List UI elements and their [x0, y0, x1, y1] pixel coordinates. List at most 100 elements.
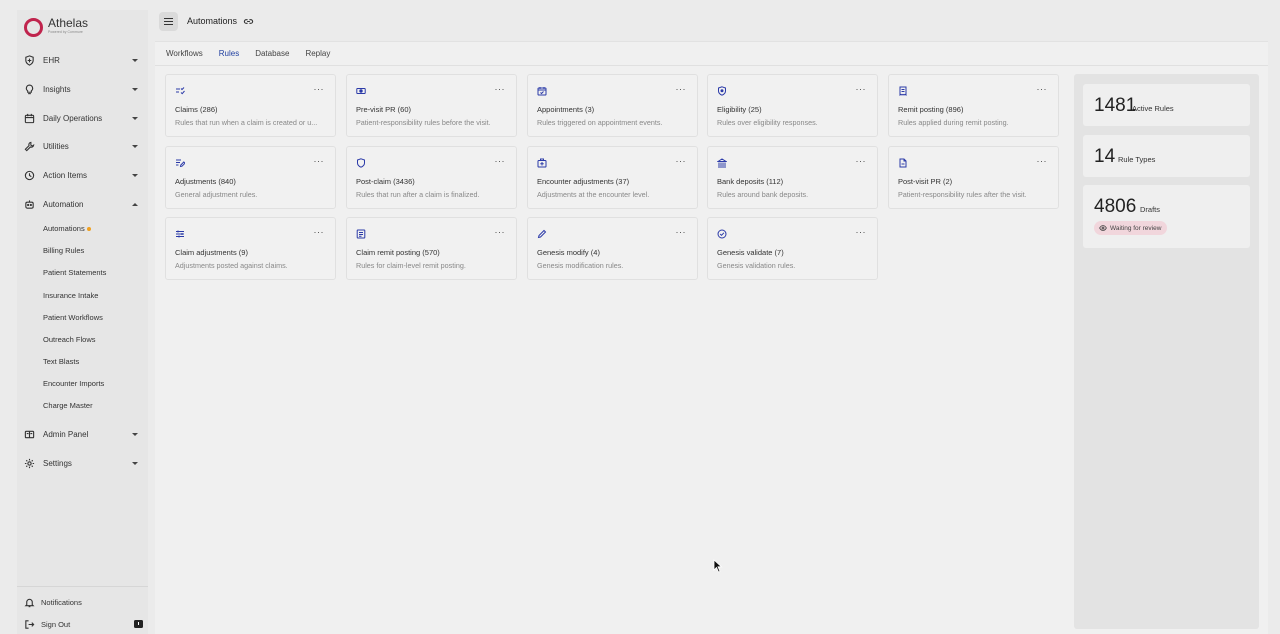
- sidebar-item-label: Settings: [43, 458, 72, 468]
- chevron-down-icon[interactable]: [132, 173, 138, 177]
- card-more-button[interactable]: ···: [1037, 156, 1048, 166]
- sub-item-billing-rules[interactable]: Billing Rules: [43, 245, 84, 257]
- card-more-button[interactable]: ···: [495, 84, 506, 94]
- card-more-button[interactable]: ···: [314, 156, 325, 166]
- sidebar-item-action-items[interactable]: Action Items: [23, 166, 141, 184]
- sub-item-automations[interactable]: Automations: [43, 223, 91, 235]
- card-title: Eligibility (25): [717, 105, 762, 114]
- chevron-down-icon[interactable]: [132, 144, 138, 148]
- rule-card-encounter-adjustments[interactable]: ··· Encounter adjustments (37) Adjustmen…: [527, 146, 698, 209]
- sidebar-item-automation[interactable]: Automation: [23, 195, 141, 213]
- chevron-down-icon[interactable]: [132, 116, 138, 120]
- rule-card-claims[interactable]: ··· Claims (286) Rules that run when a c…: [165, 74, 336, 137]
- document-icon: [898, 158, 908, 168]
- sub-item-insurance-intake[interactable]: Insurance Intake: [43, 290, 98, 302]
- rule-card-genesis-validate[interactable]: ··· Genesis validate (7) Genesis validat…: [707, 217, 878, 280]
- rule-card-claim-adjustments[interactable]: ··· Claim adjustments (9) Adjustments po…: [165, 217, 336, 280]
- rule-card-post-visit-pr[interactable]: ··· Post-visit PR (2) Patient-responsibi…: [888, 146, 1059, 209]
- card-title: Encounter adjustments (37): [537, 177, 630, 186]
- sidebar-item-label: Admin Panel: [43, 429, 89, 439]
- chevron-down-icon[interactable]: [132, 432, 138, 436]
- rule-card-adjustments[interactable]: ··· Adjustments (840) General adjustment…: [165, 146, 336, 209]
- card-description: Rules applied during remit posting.: [898, 118, 1009, 127]
- sub-item-encounter-imports[interactable]: Encounter Imports: [43, 378, 104, 390]
- stat-label: Rule Types: [1118, 155, 1156, 164]
- sub-item-outreach-flows[interactable]: Outreach Flows: [43, 334, 96, 346]
- card-more-button[interactable]: ···: [495, 227, 506, 237]
- chat-icon[interactable]: [134, 620, 143, 628]
- rule-card-remit-posting[interactable]: ··· Remit posting (896) Rules applied du…: [888, 74, 1059, 137]
- sub-item-patient-statements[interactable]: Patient Statements: [43, 267, 106, 279]
- page-title: Automations: [187, 16, 238, 26]
- chevron-up-icon[interactable]: [132, 202, 138, 206]
- card-more-button[interactable]: ···: [676, 156, 687, 166]
- sub-item-patient-workflows[interactable]: Patient Workflows: [43, 312, 103, 324]
- rule-card-pre-visit-pr[interactable]: ··· Pre-visit PR (60) Patient-responsibi…: [346, 74, 517, 137]
- brand-sub: Powered by Commure: [48, 30, 83, 34]
- stat-drafts[interactable]: 4806 Drafts Waiting for review: [1083, 185, 1250, 248]
- sub-item-charge-master[interactable]: Charge Master: [43, 400, 93, 412]
- main-content: Workflows Rules Database Replay ··· Clai…: [155, 41, 1268, 634]
- card-more-button[interactable]: ···: [1037, 84, 1048, 94]
- rule-card-eligibility[interactable]: ··· Eligibility (25) Rules over eligibil…: [707, 74, 878, 137]
- card-more-button[interactable]: ···: [676, 84, 687, 94]
- sidebar-item-settings[interactable]: Settings: [23, 454, 141, 472]
- status-badge[interactable]: Waiting for review: [1094, 221, 1168, 235]
- sidebar: Athelas Powered by Commure EHR Insights …: [17, 10, 148, 634]
- card-more-button[interactable]: ···: [676, 227, 687, 237]
- tab-database[interactable]: Database: [255, 46, 289, 66]
- sliders-icon: [175, 229, 185, 239]
- cash-icon: [356, 86, 366, 96]
- rule-card-claim-remit-posting[interactable]: ··· Claim remit posting (570) Rules for …: [346, 217, 517, 280]
- card-more-button[interactable]: ···: [856, 227, 867, 237]
- card-title: Post-visit PR (2): [898, 177, 953, 186]
- receipt-icon: [898, 86, 908, 96]
- brand-logo[interactable]: Athelas Powered by Commure: [24, 17, 88, 37]
- tab-workflows[interactable]: Workflows: [166, 46, 203, 66]
- gear-icon: [23, 457, 35, 469]
- sidebar-item-utilities[interactable]: Utilities: [23, 137, 141, 155]
- card-more-button[interactable]: ···: [314, 84, 325, 94]
- link-icon[interactable]: [243, 16, 254, 27]
- rule-card-genesis-modify[interactable]: ··· Genesis modify (4) Genesis modificat…: [527, 217, 698, 280]
- card-more-button[interactable]: ···: [856, 156, 867, 166]
- chevron-down-icon[interactable]: [132, 461, 138, 465]
- card-title: Claims (286): [175, 105, 218, 114]
- edit-list-icon: [175, 158, 186, 168]
- sign-out-label: Sign Out: [41, 619, 71, 629]
- check-circle-icon: [717, 229, 727, 239]
- rule-card-appointments[interactable]: ··· Appointments (3) Rules triggered on …: [527, 74, 698, 137]
- logo-ring-icon: [24, 18, 43, 37]
- sidebar-item-daily-operations[interactable]: Daily Operations: [23, 109, 141, 127]
- rule-card-bank-deposits[interactable]: ··· Bank deposits (112) Rules around ban…: [707, 146, 878, 209]
- sub-item-text-blasts[interactable]: Text Blasts: [43, 356, 79, 368]
- rule-card-post-claim[interactable]: ··· Post-claim (3436) Rules that run aft…: [346, 146, 517, 209]
- sidebar-item-ehr[interactable]: EHR: [23, 51, 141, 69]
- sidebar-item-label: Utilities: [43, 141, 69, 151]
- tab-rules[interactable]: Rules: [218, 46, 240, 66]
- hamburger-menu-icon[interactable]: [159, 12, 178, 31]
- card-more-button[interactable]: ···: [856, 84, 867, 94]
- card-more-button[interactable]: ···: [495, 156, 506, 166]
- notifications-button[interactable]: Notifications: [23, 595, 143, 609]
- chevron-down-icon[interactable]: [132, 87, 138, 91]
- card-title: Appointments (3): [537, 105, 595, 114]
- chevron-down-icon[interactable]: [132, 58, 138, 62]
- sidebar-item-label: EHR: [43, 55, 60, 65]
- card-description: Rules that run when a claim is created o…: [175, 118, 318, 127]
- stat-rule-types: 14 Rule Types: [1083, 135, 1250, 177]
- shield-plus-icon: [23, 54, 35, 66]
- bank-icon: [716, 158, 728, 168]
- card-description: Rules over eligibility responses.: [717, 118, 818, 127]
- card-more-button[interactable]: ···: [314, 227, 325, 237]
- card-description: Adjustments posted against claims.: [175, 261, 288, 270]
- card-description: General adjustment rules.: [175, 190, 258, 199]
- mouse-cursor-icon: [713, 559, 723, 573]
- sign-out-button[interactable]: Sign Out: [23, 617, 143, 631]
- tab-bar: Workflows Rules Database Replay: [166, 46, 330, 66]
- sidebar-item-insights[interactable]: Insights: [23, 80, 141, 98]
- tab-divider: [155, 65, 1268, 66]
- tab-replay[interactable]: Replay: [305, 46, 330, 66]
- status-badge-label: Waiting for review: [1110, 224, 1162, 232]
- sidebar-item-admin-panel[interactable]: Admin Panel: [23, 425, 141, 443]
